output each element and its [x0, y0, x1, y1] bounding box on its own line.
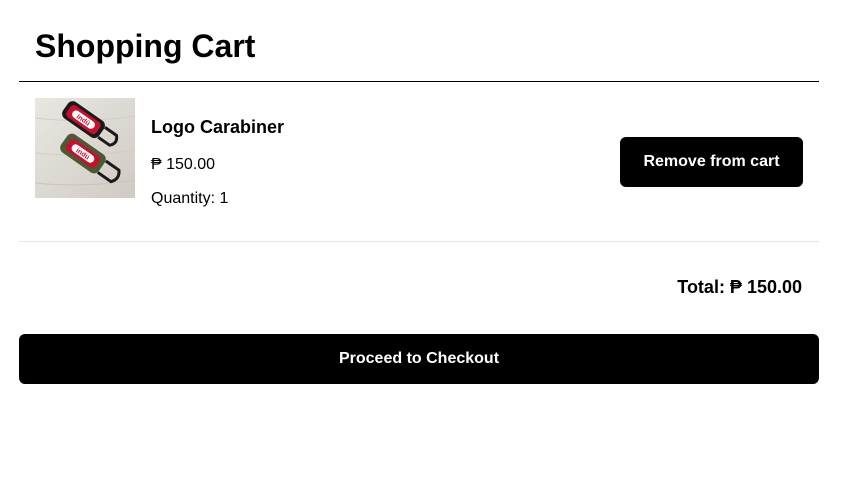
page-title: Shopping Cart [35, 28, 256, 64]
proceed-to-checkout-button[interactable]: Proceed to Checkout [19, 334, 819, 384]
product-quantity: Quantity: 1 [151, 190, 229, 207]
cart-item: indü indü Logo Carabiner ₱ 150.00 Quanti… [19, 82, 819, 241]
product-name: Logo Carabiner [151, 117, 285, 137]
product-price: ₱ 150.00 [151, 156, 216, 173]
remove-from-cart-button[interactable]: Remove from cart [620, 137, 803, 187]
product-image[interactable]: indü indü [35, 98, 135, 198]
cart-total: Total: ₱ 150.00 [677, 277, 802, 297]
item-divider [19, 241, 819, 242]
